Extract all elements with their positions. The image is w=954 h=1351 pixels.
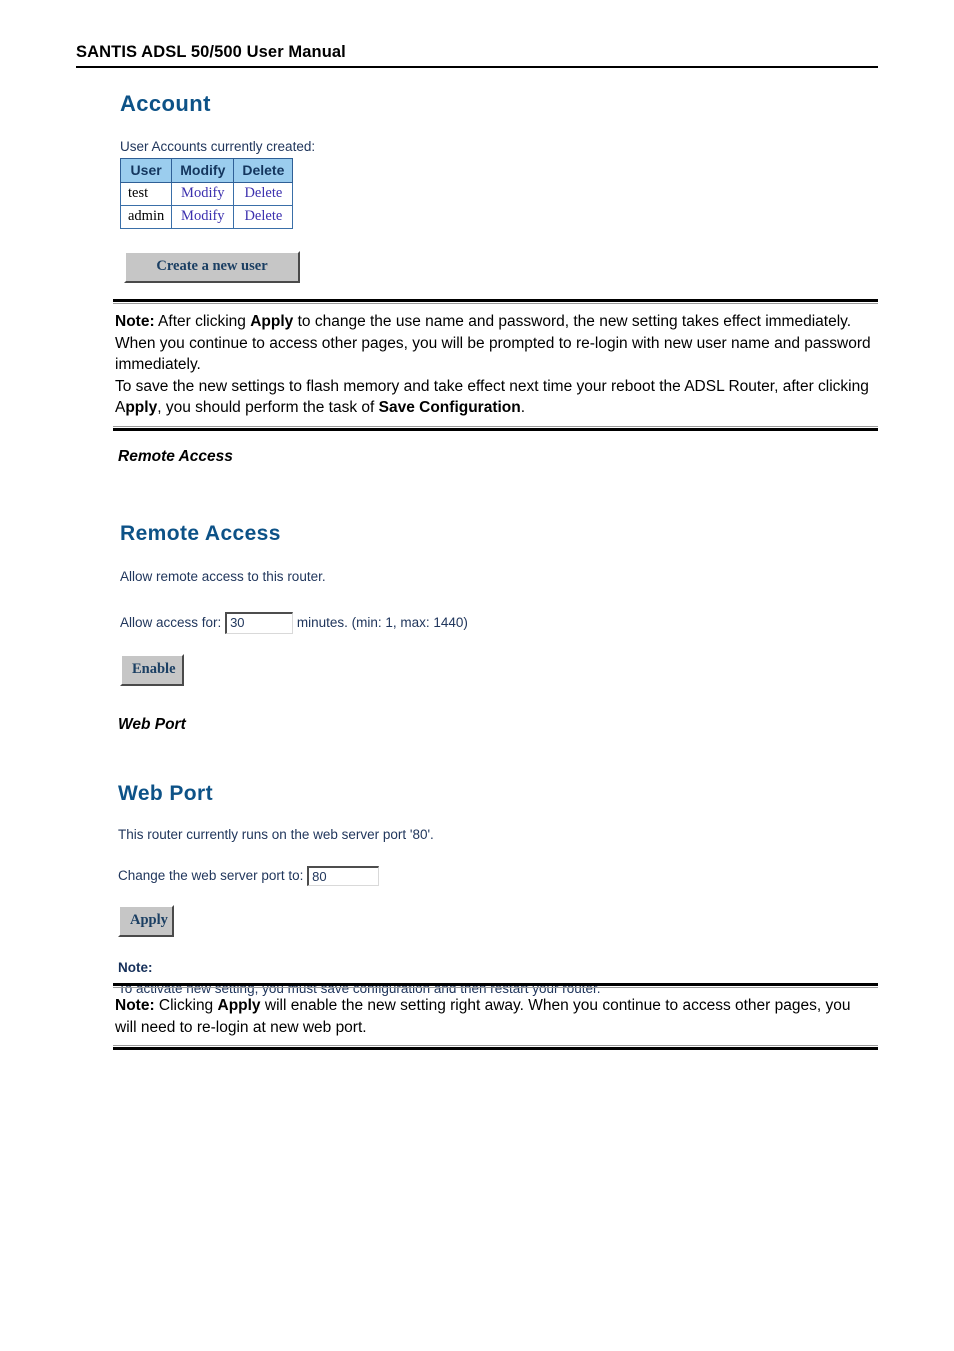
account-heading: Account (120, 91, 211, 116)
note-box-account: Note: After clicking Apply to change the… (113, 299, 878, 431)
delete-link[interactable]: Delete (233, 182, 294, 206)
note-bottom-rule-thin (113, 1045, 878, 1046)
note-bold-apply: Apply (250, 313, 294, 330)
note-text-2b: , you should perform the task of (157, 399, 379, 416)
note-bold-save-configuration: Save Configuration (378, 399, 521, 416)
web-port-input[interactable]: 80 (307, 866, 380, 886)
enable-button[interactable]: Enable (120, 654, 184, 686)
note-text-1a: After clicking (154, 313, 251, 330)
web-port-note-label: Note: (118, 959, 153, 975)
note-bottom-rule-thin (113, 425, 878, 427)
change-web-port-row: Change the web server port to: 80 (118, 866, 601, 886)
note-label: Note: (115, 313, 155, 330)
allow-access-label: Allow access for: (120, 615, 222, 630)
note-paragraph-1: Note: Clicking Apply will enable the new… (115, 995, 876, 1038)
note-bold-apply: Apply (217, 997, 261, 1014)
note-bold-pply: pply (125, 399, 158, 416)
note-bottom-rule-thick (113, 1047, 878, 1050)
allow-access-minutes-input[interactable]: 30 (225, 612, 294, 634)
web-port-description: This router currently runs on the web se… (118, 827, 434, 842)
subheading-web-port: Web Port (118, 716, 186, 733)
user-accounts-table: User Modify Delete test Modify Delete ad… (119, 158, 294, 229)
cell-username: admin (119, 205, 173, 229)
note-top-rule-thick (113, 299, 878, 302)
note-text-a: Clicking (154, 997, 218, 1014)
cell-username: test (119, 182, 173, 206)
note-bottom-rule-thick (113, 427, 878, 431)
subheading-remote-access: Remote Access (118, 448, 233, 465)
table-row: test Modify Delete (119, 182, 294, 206)
web-port-heading: Web Port (118, 782, 213, 805)
allow-access-suffix: minutes. (min: 1, max: 1440) (296, 615, 468, 630)
apply-button[interactable]: Apply (118, 905, 174, 937)
create-new-user-button[interactable]: Create a new user (124, 251, 300, 283)
modify-link[interactable]: Modify (171, 182, 235, 206)
account-screenshot: Account User Accounts currently created:… (119, 91, 316, 283)
column-header-user: User (119, 158, 173, 183)
column-header-modify: Modify (171, 158, 235, 183)
note-body: Note: Clicking Apply will enable the new… (113, 988, 878, 1045)
delete-link[interactable]: Delete (233, 205, 294, 229)
change-web-port-label: Change the web server port to: (118, 868, 304, 883)
column-header-delete: Delete (233, 158, 294, 183)
table-header-row: User Modify Delete (119, 158, 294, 183)
page-header: SANTIS ADSL 50/500 User Manual (76, 42, 878, 68)
modify-link[interactable]: Modify (171, 205, 235, 229)
remote-access-description: Allow remote access to this router. (120, 569, 326, 584)
note-text-2c: . (520, 399, 526, 416)
note-label: Note: (115, 997, 155, 1014)
note-box-web-port: Note: Clicking Apply will enable the new… (113, 983, 878, 1050)
header-rule (76, 66, 878, 68)
note-paragraph-1: Note: After clicking Apply to change the… (115, 311, 876, 376)
remote-access-screenshot: Remote Access Allow remote access to thi… (120, 522, 468, 686)
remote-access-heading: Remote Access (120, 522, 281, 545)
table-row: admin Modify Delete (119, 205, 294, 229)
allow-access-row: Allow access for: 30 minutes. (min: 1, m… (120, 612, 468, 634)
note-top-rule-thick (113, 983, 878, 986)
note-paragraph-2: To save the new settings to flash memory… (115, 376, 876, 419)
note-body: Note: After clicking Apply to change the… (113, 304, 878, 426)
account-caption: User Accounts currently created: (120, 139, 316, 154)
page-title: SANTIS ADSL 50/500 User Manual (76, 43, 346, 61)
web-port-screenshot: Web Port This router currently runs on t… (118, 782, 601, 998)
